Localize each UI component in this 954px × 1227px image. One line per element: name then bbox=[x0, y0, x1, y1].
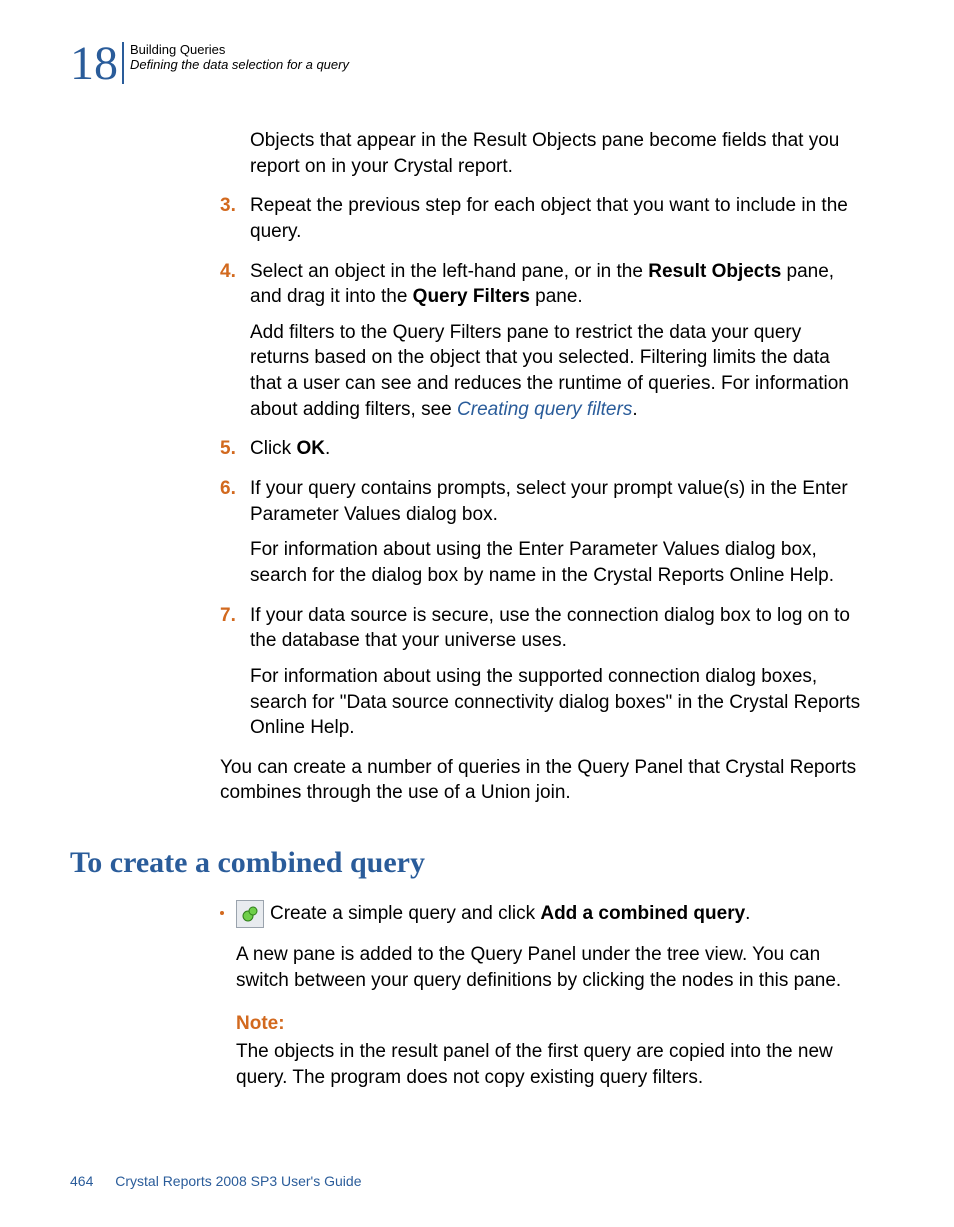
step-4-paragraph: Add filters to the Query Filters pane to… bbox=[250, 320, 864, 423]
section-body: Create a simple query and click Add a co… bbox=[220, 900, 864, 1090]
step-text: If your query contains prompts, select y… bbox=[250, 476, 864, 527]
text-run: . bbox=[745, 903, 750, 924]
chapter-number: 18 bbox=[70, 40, 118, 88]
step-6-paragraph: For information about using the Enter Pa… bbox=[250, 537, 864, 588]
text-run: Click bbox=[250, 438, 296, 459]
text-run: Select an object in the left-hand pane, … bbox=[250, 261, 648, 282]
page-footer: 464 Crystal Reports 2008 SP3 User's Guid… bbox=[70, 1173, 361, 1189]
note-label: Note: bbox=[236, 1011, 864, 1037]
step-number: 5. bbox=[220, 436, 240, 462]
bold-run: Result Objects bbox=[648, 261, 781, 282]
header-title: Building Queries bbox=[130, 42, 349, 57]
step-text: Repeat the previous step for each object… bbox=[250, 193, 864, 244]
bold-run: OK bbox=[296, 438, 325, 459]
closing-paragraph: You can create a number of queries in th… bbox=[220, 755, 864, 806]
text-run: . bbox=[325, 438, 330, 459]
step-text: Click OK. bbox=[250, 436, 864, 462]
page-number: 464 bbox=[70, 1173, 93, 1189]
step-5: 5. Click OK. bbox=[220, 436, 864, 462]
bullet-paragraph: A new pane is added to the Query Panel u… bbox=[236, 942, 864, 993]
step-6: 6. If your query contains prompts, selec… bbox=[220, 476, 864, 527]
text-run: . bbox=[632, 399, 637, 420]
bold-run: Query Filters bbox=[413, 286, 530, 307]
header-text-block: Building Queries Defining the data selec… bbox=[130, 40, 349, 72]
step-number: 7. bbox=[220, 603, 240, 629]
body-content: Objects that appear in the Result Object… bbox=[220, 128, 864, 806]
step-7: 7. If your data source is secure, use th… bbox=[220, 603, 864, 654]
add-combined-query-icon bbox=[236, 900, 264, 928]
bullet-item: Create a simple query and click Add a co… bbox=[220, 900, 864, 928]
step-4: 4. Select an object in the left-hand pan… bbox=[220, 259, 864, 310]
step-3: 3. Repeat the previous step for each obj… bbox=[220, 193, 864, 244]
step-number: 3. bbox=[220, 193, 240, 219]
link-creating-query-filters[interactable]: Creating query filters bbox=[457, 399, 632, 420]
step-7-paragraph: For information about using the supporte… bbox=[250, 664, 864, 741]
header-divider bbox=[122, 42, 124, 84]
intro-paragraph: Objects that appear in the Result Object… bbox=[250, 128, 864, 179]
text-run: pane. bbox=[530, 286, 583, 307]
step-text: Select an object in the left-hand pane, … bbox=[250, 259, 864, 310]
header-subtitle: Defining the data selection for a query bbox=[130, 57, 349, 72]
bullet-dot-icon bbox=[220, 911, 224, 915]
note-text: The objects in the result panel of the f… bbox=[236, 1039, 864, 1090]
page-container: 18 Building Queries Defining the data se… bbox=[0, 0, 954, 1227]
section-heading: To create a combined query bbox=[70, 846, 864, 880]
step-number: 4. bbox=[220, 259, 240, 285]
bold-run: Add a combined query bbox=[540, 903, 745, 924]
footer-doc-title: Crystal Reports 2008 SP3 User's Guide bbox=[115, 1173, 361, 1189]
step-number: 6. bbox=[220, 476, 240, 502]
bullet-text: Create a simple query and click Add a co… bbox=[270, 901, 750, 927]
step-text: If your data source is secure, use the c… bbox=[250, 603, 864, 654]
bullet-body: Create a simple query and click Add a co… bbox=[236, 900, 864, 928]
text-run: Create a simple query and click bbox=[270, 903, 540, 924]
page-header: 18 Building Queries Defining the data se… bbox=[70, 40, 864, 88]
